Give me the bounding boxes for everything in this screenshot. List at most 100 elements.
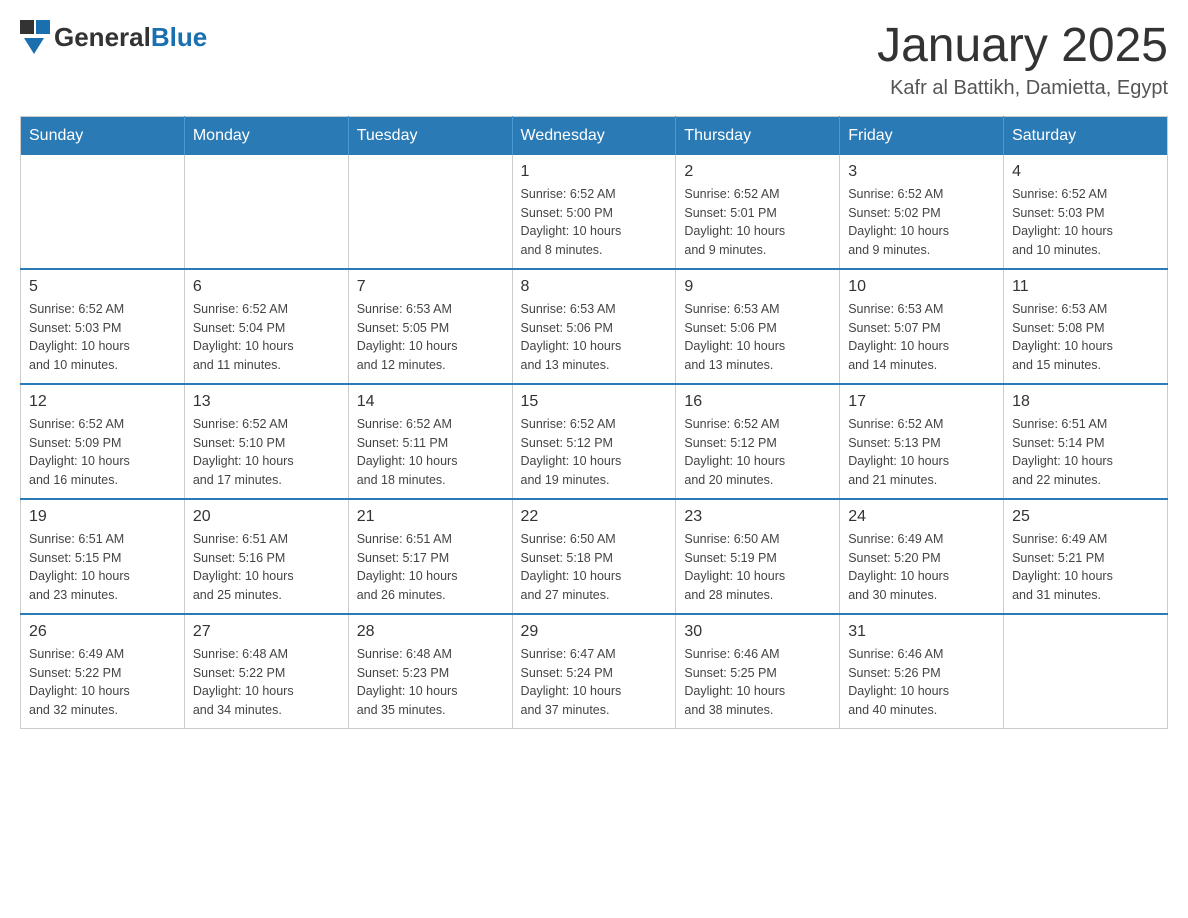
day-number: 2 (684, 163, 831, 181)
calendar-cell: 8 Sunrise: 6:53 AM Sunset: 5:06 PM Daylig… (512, 269, 676, 384)
day-info: Sunrise: 6:48 AM Sunset: 5:22 PM Dayligh… (193, 645, 340, 720)
day-info: Sunrise: 6:53 AM Sunset: 5:06 PM Dayligh… (521, 300, 668, 375)
day-number: 24 (848, 508, 995, 526)
day-header-thursday: Thursday (676, 116, 840, 155)
calendar-cell: 25 Sunrise: 6:49 AM Sunset: 5:21 PM Dayli… (1004, 499, 1168, 614)
day-info: Sunrise: 6:52 AM Sunset: 5:13 PM Dayligh… (848, 415, 995, 490)
day-info: Sunrise: 6:46 AM Sunset: 5:26 PM Dayligh… (848, 645, 995, 720)
day-number: 9 (684, 278, 831, 296)
calendar-cell: 11 Sunrise: 6:53 AM Sunset: 5:08 PM Dayli… (1004, 269, 1168, 384)
main-title: January 2025 (877, 20, 1168, 73)
day-number: 30 (684, 623, 831, 641)
calendar-cell (21, 155, 185, 269)
day-info: Sunrise: 6:48 AM Sunset: 5:23 PM Dayligh… (357, 645, 504, 720)
day-info: Sunrise: 6:51 AM Sunset: 5:15 PM Dayligh… (29, 530, 176, 605)
day-header-friday: Friday (840, 116, 1004, 155)
calendar-cell: 13 Sunrise: 6:52 AM Sunset: 5:10 PM Dayli… (184, 384, 348, 499)
day-header-wednesday: Wednesday (512, 116, 676, 155)
calendar-cell: 12 Sunrise: 6:52 AM Sunset: 5:09 PM Dayli… (21, 384, 185, 499)
day-info: Sunrise: 6:49 AM Sunset: 5:21 PM Dayligh… (1012, 530, 1159, 605)
day-info: Sunrise: 6:51 AM Sunset: 5:17 PM Dayligh… (357, 530, 504, 605)
calendar-cell: 5 Sunrise: 6:52 AM Sunset: 5:03 PM Daylig… (21, 269, 185, 384)
day-number: 31 (848, 623, 995, 641)
day-info: Sunrise: 6:52 AM Sunset: 5:03 PM Dayligh… (1012, 185, 1159, 260)
calendar-cell: 2 Sunrise: 6:52 AM Sunset: 5:01 PM Daylig… (676, 155, 840, 269)
calendar-cell: 23 Sunrise: 6:50 AM Sunset: 5:19 PM Dayli… (676, 499, 840, 614)
calendar-header: SundayMondayTuesdayWednesdayThursdayFrid… (21, 116, 1168, 155)
day-info: Sunrise: 6:53 AM Sunset: 5:08 PM Dayligh… (1012, 300, 1159, 375)
day-info: Sunrise: 6:53 AM Sunset: 5:06 PM Dayligh… (684, 300, 831, 375)
day-number: 5 (29, 278, 176, 296)
day-info: Sunrise: 6:49 AM Sunset: 5:20 PM Dayligh… (848, 530, 995, 605)
day-info: Sunrise: 6:51 AM Sunset: 5:16 PM Dayligh… (193, 530, 340, 605)
day-info: Sunrise: 6:52 AM Sunset: 5:12 PM Dayligh… (521, 415, 668, 490)
week-row-1: 1 Sunrise: 6:52 AM Sunset: 5:00 PM Daylig… (21, 155, 1168, 269)
day-number: 27 (193, 623, 340, 641)
calendar-cell: 6Sunrise: 6:52 AM Sunset: 5:04 PM Daylig… (184, 269, 348, 384)
calendar-cell: 19 Sunrise: 6:51 AM Sunset: 5:15 PM Dayli… (21, 499, 185, 614)
logo-text: GeneralBlue (54, 22, 207, 53)
calendar-cell (184, 155, 348, 269)
logo: GeneralBlue (20, 20, 207, 54)
day-number: 23 (684, 508, 831, 526)
day-info: Sunrise: 6:50 AM Sunset: 5:19 PM Dayligh… (684, 530, 831, 605)
calendar-body: 1 Sunrise: 6:52 AM Sunset: 5:00 PM Daylig… (21, 155, 1168, 729)
calendar-cell: 1 Sunrise: 6:52 AM Sunset: 5:00 PM Daylig… (512, 155, 676, 269)
calendar-cell: 16Sunrise: 6:52 AM Sunset: 5:12 PM Dayli… (676, 384, 840, 499)
day-header-tuesday: Tuesday (348, 116, 512, 155)
calendar-cell: 26Sunrise: 6:49 AM Sunset: 5:22 PM Dayli… (21, 614, 185, 729)
calendar-cell: 31 Sunrise: 6:46 AM Sunset: 5:26 PM Dayli… (840, 614, 1004, 729)
day-number: 11 (1012, 278, 1159, 296)
calendar-cell: 15 Sunrise: 6:52 AM Sunset: 5:12 PM Dayli… (512, 384, 676, 499)
day-info: Sunrise: 6:52 AM Sunset: 5:03 PM Dayligh… (29, 300, 176, 375)
day-number: 20 (193, 508, 340, 526)
calendar-cell: 20 Sunrise: 6:51 AM Sunset: 5:16 PM Dayli… (184, 499, 348, 614)
day-info: Sunrise: 6:52 AM Sunset: 5:00 PM Dayligh… (521, 185, 668, 260)
day-info: Sunrise: 6:53 AM Sunset: 5:05 PM Dayligh… (357, 300, 504, 375)
day-number: 16 (684, 393, 831, 411)
day-info: Sunrise: 6:53 AM Sunset: 5:07 PM Dayligh… (848, 300, 995, 375)
header: GeneralBlue January 2025 Kafr al Battikh… (20, 20, 1168, 100)
day-header-monday: Monday (184, 116, 348, 155)
day-number: 21 (357, 508, 504, 526)
day-number: 10 (848, 278, 995, 296)
day-number: 19 (29, 508, 176, 526)
logo-blue: Blue (151, 22, 207, 52)
day-info: Sunrise: 6:52 AM Sunset: 5:01 PM Dayligh… (684, 185, 831, 260)
day-info: Sunrise: 6:47 AM Sunset: 5:24 PM Dayligh… (521, 645, 668, 720)
logo-squares (20, 20, 50, 34)
day-number: 22 (521, 508, 668, 526)
day-number: 13 (193, 393, 340, 411)
day-number: 1 (521, 163, 668, 181)
calendar-cell: 7Sunrise: 6:53 AM Sunset: 5:05 PM Daylig… (348, 269, 512, 384)
logo-triangle (24, 38, 44, 54)
week-row-3: 12 Sunrise: 6:52 AM Sunset: 5:09 PM Dayli… (21, 384, 1168, 499)
logo-general: General (54, 22, 151, 52)
day-number: 15 (521, 393, 668, 411)
day-number: 3 (848, 163, 995, 181)
day-number: 14 (357, 393, 504, 411)
calendar-cell: 4 Sunrise: 6:52 AM Sunset: 5:03 PM Daylig… (1004, 155, 1168, 269)
calendar-cell: 21 Sunrise: 6:51 AM Sunset: 5:17 PM Dayli… (348, 499, 512, 614)
week-row-5: 26Sunrise: 6:49 AM Sunset: 5:22 PM Dayli… (21, 614, 1168, 729)
day-number: 4 (1012, 163, 1159, 181)
calendar-cell: 14 Sunrise: 6:52 AM Sunset: 5:11 PM Dayli… (348, 384, 512, 499)
day-number: 25 (1012, 508, 1159, 526)
day-info: Sunrise: 6:52 AM Sunset: 5:02 PM Dayligh… (848, 185, 995, 260)
calendar-cell: 28Sunrise: 6:48 AM Sunset: 5:23 PM Dayli… (348, 614, 512, 729)
day-number: 17 (848, 393, 995, 411)
day-number: 8 (521, 278, 668, 296)
calendar-cell: 27 Sunrise: 6:48 AM Sunset: 5:22 PM Dayli… (184, 614, 348, 729)
day-info: Sunrise: 6:52 AM Sunset: 5:09 PM Dayligh… (29, 415, 176, 490)
days-of-week-row: SundayMondayTuesdayWednesdayThursdayFrid… (21, 116, 1168, 155)
day-info: Sunrise: 6:52 AM Sunset: 5:10 PM Dayligh… (193, 415, 340, 490)
logo-square-dark (20, 20, 34, 34)
calendar-cell: 18Sunrise: 6:51 AM Sunset: 5:14 PM Dayli… (1004, 384, 1168, 499)
calendar-cell: 3 Sunrise: 6:52 AM Sunset: 5:02 PM Daylig… (840, 155, 1004, 269)
day-info: Sunrise: 6:52 AM Sunset: 5:11 PM Dayligh… (357, 415, 504, 490)
day-number: 12 (29, 393, 176, 411)
day-header-saturday: Saturday (1004, 116, 1168, 155)
calendar-cell: 17 Sunrise: 6:52 AM Sunset: 5:13 PM Dayli… (840, 384, 1004, 499)
logo-shape (20, 20, 50, 54)
day-info: Sunrise: 6:49 AM Sunset: 5:22 PM Dayligh… (29, 645, 176, 720)
